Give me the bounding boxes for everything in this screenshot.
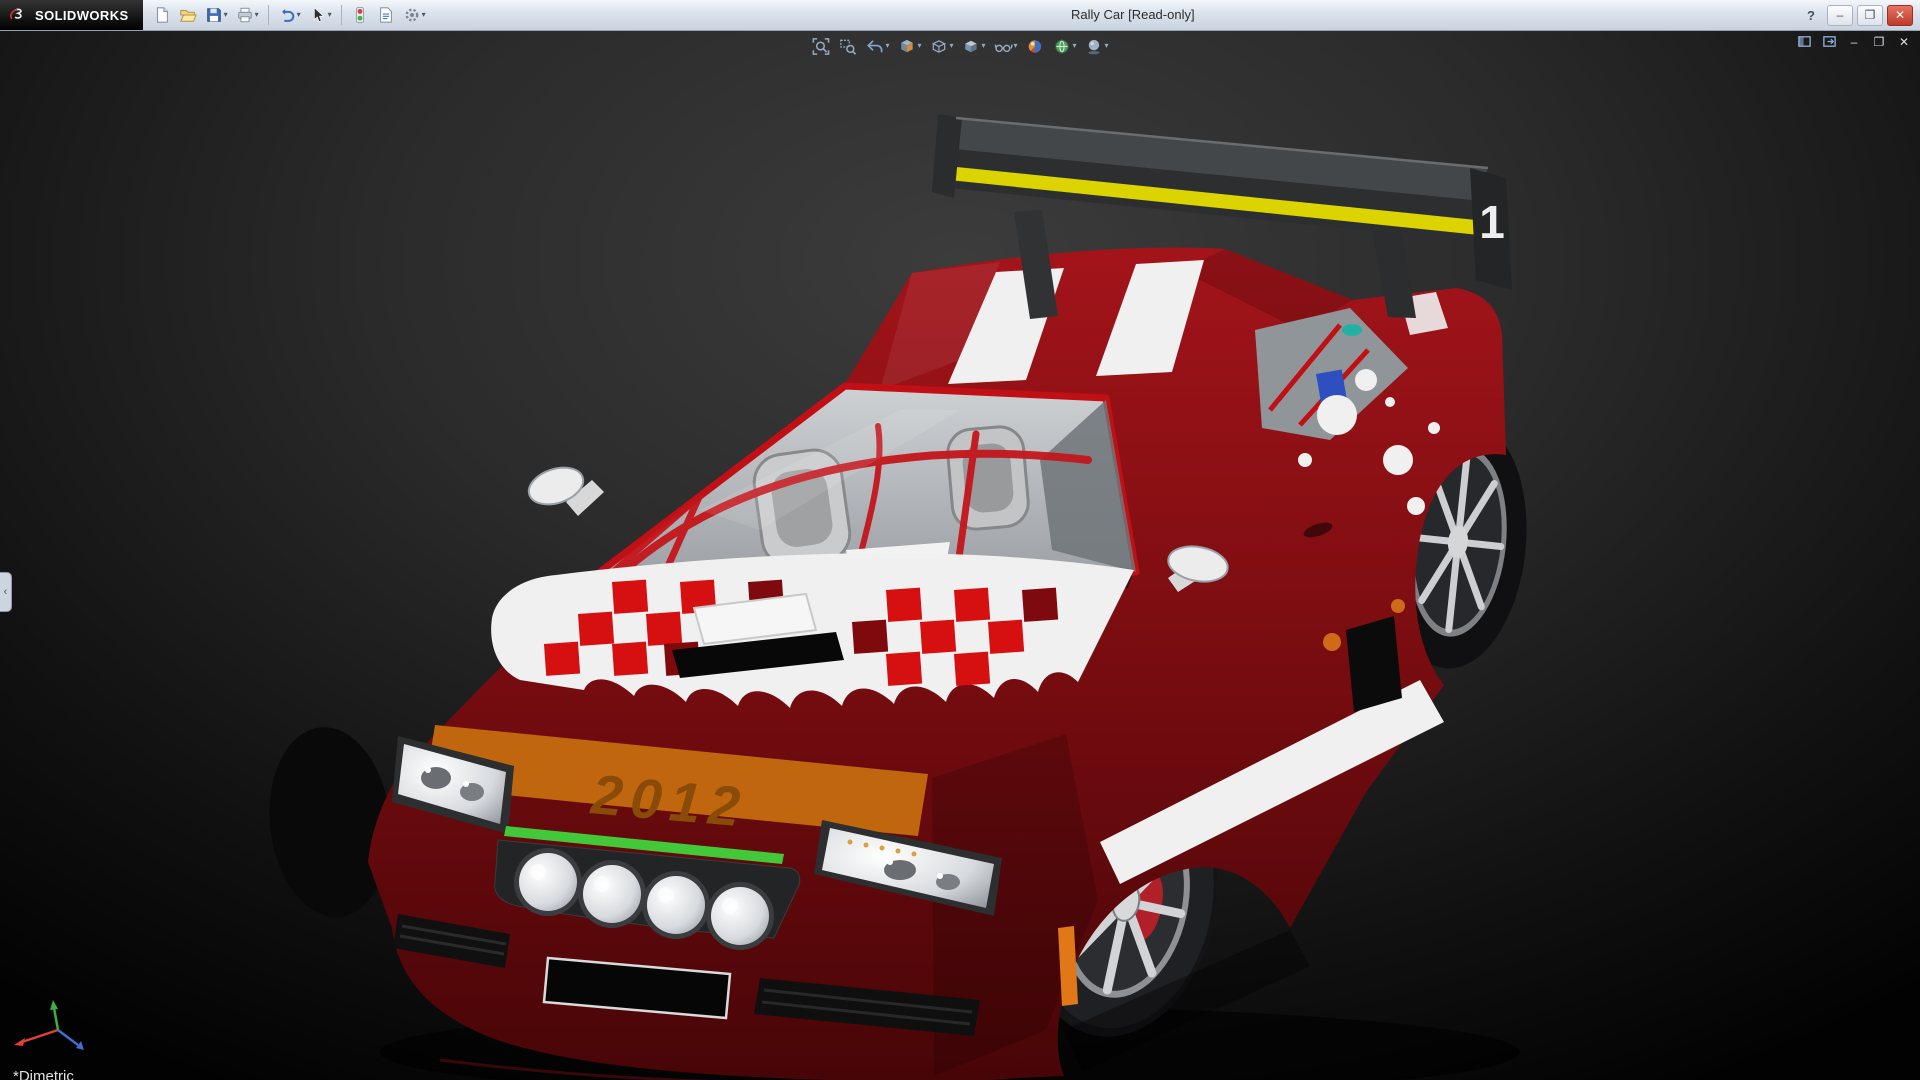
dropdown-caret-icon[interactable]: ▾ [1014, 42, 1018, 50]
section-view-button[interactable]: ▾ [894, 33, 924, 59]
toolbar-separator [341, 5, 342, 25]
dassault-mark-icon [8, 7, 30, 23]
graphics-area[interactable]: 2012 [0, 30, 1920, 1080]
dropdown-caret-icon[interactable]: ▾ [255, 11, 259, 19]
document-minimize-button[interactable]: – [1844, 33, 1864, 50]
dropdown-caret-icon[interactable]: ▾ [1105, 42, 1109, 50]
dropdown-caret-icon[interactable]: ▾ [917, 42, 921, 50]
rebuild-button[interactable] [348, 2, 372, 28]
main-toolbar: ▾ ▾ ▾ ▾ ▾ [149, 2, 430, 28]
edit-appearance-icon [1026, 37, 1045, 56]
dropdown-caret-icon[interactable]: ▾ [422, 11, 426, 19]
options-icon [403, 6, 421, 24]
select-button[interactable]: ▾ [306, 2, 335, 28]
apply-scene-icon [1053, 37, 1072, 56]
zoom-to-area-icon [838, 37, 857, 56]
zoom-to-fit-button[interactable] [808, 33, 833, 59]
dropdown-caret-icon[interactable]: ▾ [297, 11, 301, 19]
section-view-icon [897, 37, 916, 56]
document-close-button[interactable]: ✕ [1894, 33, 1914, 50]
save-icon [205, 6, 223, 24]
expand-pane-button[interactable] [1819, 33, 1839, 50]
apply-scene-button[interactable]: ▾ [1050, 33, 1080, 59]
dropdown-caret-icon[interactable]: ▾ [981, 42, 985, 50]
select-cursor-icon [309, 6, 327, 24]
rebuild-icon [351, 6, 369, 24]
previous-view-icon [865, 37, 884, 56]
new-document-icon [153, 6, 171, 24]
file-properties-button[interactable] [374, 2, 398, 28]
undo-icon [278, 6, 296, 24]
help-button[interactable]: ? [1799, 6, 1823, 25]
rally-car-render[interactable]: 2012 [0, 30, 1920, 1080]
pane-split-icon [1797, 34, 1812, 49]
left-mirror[interactable] [524, 461, 604, 516]
undo-button[interactable]: ▾ [275, 2, 304, 28]
new-document-button[interactable] [150, 2, 174, 28]
title-bar: SOLIDWORKS ▾ ▾ ▾ ▾ [0, 0, 1920, 31]
hide-show-items-button[interactable]: ▾ [991, 33, 1021, 59]
view-orientation-label: *Dimetric [13, 1068, 74, 1080]
view-orientation-button[interactable]: ▾ [926, 33, 956, 59]
featuremanager-collapsed-tab[interactable]: ‹ [0, 572, 12, 612]
app-name: SOLIDWORKS [35, 8, 129, 23]
solidworks-logo[interactable]: SOLIDWORKS [0, 0, 143, 30]
dropdown-caret-icon[interactable]: ▾ [949, 42, 953, 50]
side-vent[interactable] [1346, 616, 1402, 712]
dropdown-caret-icon[interactable]: ▾ [328, 11, 332, 19]
edit-appearance-button[interactable] [1023, 33, 1048, 59]
wing-number-decal[interactable]: 1 [1479, 196, 1505, 248]
display-style-button[interactable]: ▾ [958, 33, 988, 59]
chevron-left-icon: ‹ [4, 586, 8, 598]
view-settings-button[interactable]: ▾ [1082, 33, 1112, 59]
dropdown-caret-icon[interactable]: ▾ [224, 11, 228, 19]
document-window-controls: – ❐ ✕ [1794, 33, 1914, 50]
open-button[interactable] [176, 2, 200, 28]
maximize-button[interactable]: ❐ [1857, 5, 1883, 26]
window-controls: ? – ❐ ✕ [1799, 5, 1920, 26]
reference-triad [6, 1000, 94, 1060]
pane-split-button[interactable] [1794, 33, 1814, 50]
print-icon [236, 6, 254, 24]
toolbar-separator [268, 5, 269, 25]
previous-view-button[interactable]: ▾ [862, 33, 892, 59]
heads-up-view-toolbar: ▾ ▾ ▾ ▾ ▾ ▾ [808, 33, 1111, 59]
options-button[interactable]: ▾ [400, 2, 429, 28]
document-restore-button[interactable]: ❐ [1869, 33, 1889, 50]
window-title: Rally Car [Read-only] [1071, 0, 1195, 30]
close-button[interactable]: ✕ [1887, 5, 1913, 26]
open-folder-icon [179, 6, 197, 24]
file-properties-icon [377, 6, 395, 24]
view-orientation-icon [929, 37, 948, 56]
print-button[interactable]: ▾ [233, 2, 262, 28]
dropdown-caret-icon[interactable]: ▾ [1073, 42, 1077, 50]
expand-pane-icon [1822, 34, 1837, 49]
zoom-to-fit-icon [811, 37, 830, 56]
display-style-icon [961, 37, 980, 56]
zoom-to-area-button[interactable] [835, 33, 860, 59]
solidworks-window: SOLIDWORKS ▾ ▾ ▾ ▾ [0, 0, 1920, 1080]
save-button[interactable]: ▾ [202, 2, 231, 28]
minimize-button[interactable]: – [1827, 5, 1853, 26]
view-settings-icon [1085, 37, 1104, 56]
dropdown-caret-icon[interactable]: ▾ [885, 42, 889, 50]
hide-show-items-icon [994, 37, 1013, 56]
